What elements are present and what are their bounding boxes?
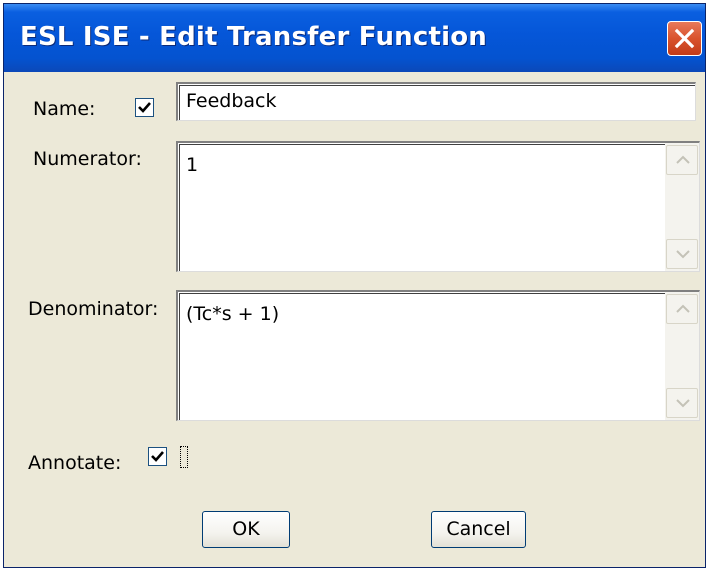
numerator-label: Numerator: (33, 148, 142, 170)
annotate-label: Annotate: (28, 452, 122, 474)
chevron-up-icon (676, 155, 690, 164)
chevron-down-icon (676, 250, 690, 259)
chevron-down-icon (676, 399, 690, 408)
name-checkbox[interactable] (135, 98, 154, 117)
title-bar[interactable]: ESL ISE - Edit Transfer Function (4, 4, 705, 72)
annotate-checkbox[interactable] (148, 447, 167, 466)
denominator-scrollbar[interactable] (665, 292, 699, 420)
checkmark-icon (138, 102, 151, 113)
numerator-scroll-up-button[interactable] (666, 145, 698, 175)
checkmark-icon (151, 451, 164, 462)
name-label: Name: (33, 98, 96, 120)
numerator-scrollbar[interactable] (665, 143, 699, 271)
window-title: ESL ISE - Edit Transfer Function (20, 22, 487, 52)
denominator-textarea[interactable]: (Tc*s + 1) (176, 290, 700, 421)
annotate-focus-rect (180, 446, 188, 468)
denominator-label: Denominator: (28, 298, 159, 320)
ok-button[interactable]: OK (202, 511, 290, 548)
cancel-button[interactable]: Cancel (431, 511, 526, 548)
numerator-scroll-down-button[interactable] (666, 239, 698, 269)
close-icon (674, 28, 695, 49)
numerator-textarea[interactable]: 1 (176, 141, 700, 272)
name-input[interactable]: Feedback (176, 82, 696, 121)
denominator-scroll-up-button[interactable] (666, 294, 698, 324)
dialog-window: ESL ISE - Edit Transfer Function Name: F… (3, 3, 706, 568)
denominator-scroll-down-button[interactable] (666, 388, 698, 418)
chevron-up-icon (676, 304, 690, 313)
numerator-value: 1 (186, 154, 199, 176)
close-button[interactable] (667, 21, 702, 56)
name-value: Feedback (186, 90, 277, 112)
denominator-value: (Tc*s + 1) (186, 303, 280, 325)
